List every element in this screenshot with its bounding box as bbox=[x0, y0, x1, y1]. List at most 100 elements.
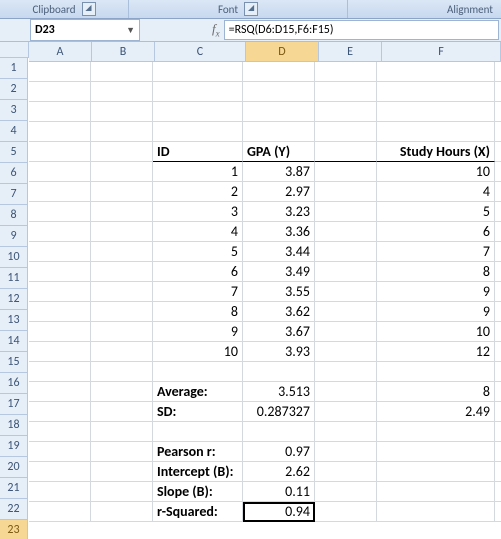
cell[interactable]: 3 bbox=[153, 202, 243, 222]
cell[interactable] bbox=[29, 502, 91, 522]
cell[interactable]: 8 bbox=[377, 262, 495, 282]
cell[interactable] bbox=[91, 442, 153, 462]
cell[interactable] bbox=[243, 422, 315, 442]
cell[interactable] bbox=[91, 362, 153, 382]
cell[interactable] bbox=[495, 422, 501, 442]
cell[interactable] bbox=[29, 362, 91, 382]
cell[interactable] bbox=[315, 342, 377, 362]
cell[interactable] bbox=[315, 182, 377, 202]
cell[interactable] bbox=[495, 242, 501, 262]
cell[interactable] bbox=[91, 342, 153, 362]
cell[interactable]: 6 bbox=[153, 262, 243, 282]
cell[interactable] bbox=[29, 442, 91, 462]
cell[interactable] bbox=[153, 82, 243, 102]
col-header[interactable]: B bbox=[92, 42, 155, 62]
cell[interactable]: 6 bbox=[377, 222, 495, 242]
cell[interactable]: 3.62 bbox=[243, 302, 315, 322]
cell[interactable] bbox=[29, 202, 91, 222]
cell[interactable]: 3.23 bbox=[243, 202, 315, 222]
cell[interactable] bbox=[315, 62, 377, 82]
cell[interactable] bbox=[91, 502, 153, 522]
cell[interactable] bbox=[29, 62, 91, 82]
cell[interactable] bbox=[315, 442, 377, 462]
cell[interactable]: 9 bbox=[153, 322, 243, 342]
cell[interactable]: 5 bbox=[153, 242, 243, 262]
formula-input[interactable]: =RSQ(D6:D15,F6:F15) bbox=[224, 20, 499, 40]
cell[interactable] bbox=[495, 102, 501, 122]
cell[interactable] bbox=[495, 502, 501, 522]
cell[interactable]: 3.55 bbox=[243, 282, 315, 302]
col-header[interactable]: E bbox=[319, 42, 382, 62]
row-header[interactable]: 6 bbox=[0, 163, 28, 184]
row-header[interactable]: 10 bbox=[0, 247, 28, 268]
cell[interactable]: 3.67 bbox=[243, 322, 315, 342]
cell[interactable] bbox=[315, 162, 377, 182]
cell[interactable] bbox=[315, 422, 377, 442]
cell[interactable] bbox=[91, 222, 153, 242]
cell[interactable] bbox=[153, 362, 243, 382]
row-header[interactable]: 3 bbox=[0, 100, 28, 121]
cell[interactable] bbox=[29, 222, 91, 242]
row-header[interactable]: 17 bbox=[0, 394, 28, 415]
cell[interactable]: 12 bbox=[377, 342, 495, 362]
cell[interactable] bbox=[495, 402, 501, 422]
cell[interactable]: 8 bbox=[377, 382, 495, 402]
cell[interactable] bbox=[315, 482, 377, 502]
row-header[interactable]: 7 bbox=[0, 184, 28, 205]
cell[interactable] bbox=[243, 362, 315, 382]
cell[interactable]: 4 bbox=[153, 222, 243, 242]
cell[interactable] bbox=[495, 62, 501, 82]
cell[interactable] bbox=[29, 322, 91, 342]
cell[interactable]: GPA (Y) bbox=[243, 142, 315, 162]
cell[interactable] bbox=[495, 122, 501, 142]
col-header[interactable]: D bbox=[246, 42, 319, 62]
cell[interactable] bbox=[91, 282, 153, 302]
cell[interactable] bbox=[315, 222, 377, 242]
cell[interactable] bbox=[29, 182, 91, 202]
cell[interactable] bbox=[495, 282, 501, 302]
cell[interactable]: 2.62 bbox=[243, 462, 315, 482]
cell[interactable]: 0.11 bbox=[243, 482, 315, 502]
row-header[interactable]: 2 bbox=[0, 79, 28, 100]
cell[interactable]: 3.513 bbox=[243, 382, 315, 402]
row-header[interactable]: 12 bbox=[0, 289, 28, 310]
cell[interactable] bbox=[315, 242, 377, 262]
cell[interactable]: 2 bbox=[153, 182, 243, 202]
cell[interactable] bbox=[29, 462, 91, 482]
cell[interactable]: 8 bbox=[153, 302, 243, 322]
cell[interactable]: 2.97 bbox=[243, 182, 315, 202]
fx-icon[interactable]: fx bbox=[212, 21, 220, 39]
col-header[interactable]: A bbox=[29, 42, 92, 62]
cell[interactable] bbox=[153, 122, 243, 142]
cell[interactable]: 9 bbox=[377, 282, 495, 302]
cell[interactable] bbox=[29, 262, 91, 282]
cell[interactable] bbox=[315, 502, 377, 522]
cell[interactable]: 0.97 bbox=[243, 442, 315, 462]
cell[interactable] bbox=[377, 82, 495, 102]
cell[interactable] bbox=[153, 62, 243, 82]
cell[interactable] bbox=[29, 342, 91, 362]
row-header[interactable]: 18 bbox=[0, 415, 28, 436]
cell[interactable] bbox=[243, 62, 315, 82]
cell[interactable]: 3.87 bbox=[243, 162, 315, 182]
cell[interactable] bbox=[315, 322, 377, 342]
cell[interactable] bbox=[91, 182, 153, 202]
cell[interactable] bbox=[29, 82, 91, 102]
cell[interactable] bbox=[495, 322, 501, 342]
cell[interactable] bbox=[315, 122, 377, 142]
cell[interactable] bbox=[243, 122, 315, 142]
name-box[interactable]: D23 ▼ bbox=[30, 19, 140, 41]
cell[interactable] bbox=[315, 82, 377, 102]
dialog-launcher-icon[interactable]: ◢ bbox=[82, 2, 96, 16]
cell[interactable]: Slope (B): bbox=[153, 482, 243, 502]
row-header[interactable]: 20 bbox=[0, 457, 28, 478]
cell[interactable]: 1 bbox=[153, 162, 243, 182]
cell[interactable] bbox=[377, 462, 495, 482]
cell[interactable] bbox=[495, 342, 501, 362]
cell[interactable]: r-Squared: bbox=[153, 502, 243, 522]
cell[interactable] bbox=[153, 102, 243, 122]
cell[interactable] bbox=[377, 422, 495, 442]
cell[interactable] bbox=[495, 222, 501, 242]
cell[interactable] bbox=[495, 142, 501, 162]
cell[interactable] bbox=[377, 362, 495, 382]
